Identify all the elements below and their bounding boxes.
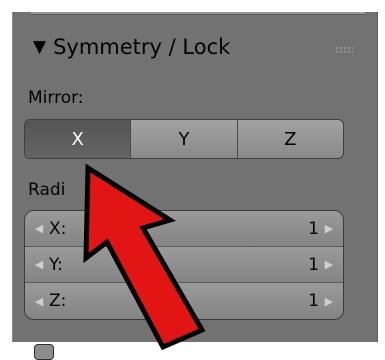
field-label: Y:	[49, 254, 63, 275]
mirror-toggle-group: X Y Z	[24, 119, 344, 159]
mirror-label: Mirror:	[28, 88, 84, 108]
panel-header[interactable]: ▼ Symmetry / Lock	[33, 30, 230, 64]
mirror-z-button[interactable]: Z	[238, 120, 343, 158]
radial-z-field[interactable]: ◀ Z: 1 ▶	[25, 283, 343, 319]
triangle-down-icon[interactable]: ▼	[33, 37, 46, 57]
field-value: 1	[308, 254, 319, 275]
field-value: 1	[308, 291, 319, 311]
radial-y-field[interactable]: ◀ Y: 1 ▶	[25, 247, 343, 283]
decrement-arrow-icon[interactable]: ◀	[31, 295, 47, 308]
drag-grip-icon[interactable]	[335, 46, 353, 54]
decrement-arrow-icon[interactable]: ◀	[31, 222, 47, 235]
field-label: Z:	[49, 291, 67, 311]
field-value: 1	[308, 218, 319, 239]
panel-title: Symmetry / Lock	[53, 35, 231, 59]
radial-x-field[interactable]: ◀ X: 1 ▶	[25, 211, 343, 247]
increment-arrow-icon[interactable]: ▶	[321, 222, 337, 235]
increment-arrow-icon[interactable]: ▶	[321, 258, 337, 271]
decrement-arrow-icon[interactable]: ◀	[31, 258, 47, 271]
increment-arrow-icon[interactable]: ▶	[321, 295, 337, 308]
field-label: X:	[49, 218, 67, 239]
checkbox[interactable]	[34, 344, 54, 360]
radial-label: Radi	[28, 180, 66, 200]
mirror-y-button[interactable]: Y	[131, 120, 238, 158]
mirror-x-button[interactable]: X	[25, 120, 132, 158]
panel-separator	[31, 12, 365, 15]
radial-fields: ◀ X: 1 ▶ ◀ Y: 1 ▶ ◀ Z: 1 ▶	[24, 210, 344, 320]
